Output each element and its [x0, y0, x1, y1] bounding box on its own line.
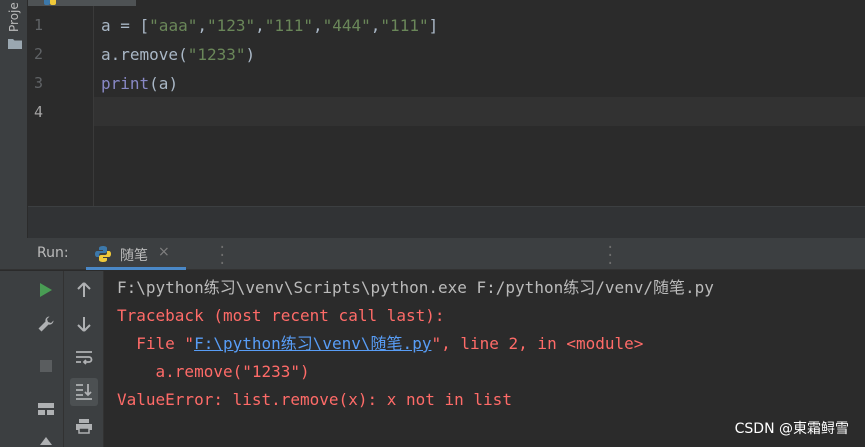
run-toolbar-secondary [64, 271, 104, 447]
folder-icon[interactable] [8, 38, 22, 49]
soft-wrap-icon [76, 351, 93, 365]
run-tab-name: 随笔 [120, 248, 148, 264]
string-literal: "444" [322, 16, 371, 35]
builtin-print: print [101, 74, 150, 93]
console-traceback-header: Traceback (most recent call last): [117, 306, 445, 325]
console-traceback-code: a.remove("1233") [117, 362, 310, 381]
run-panel-body: F:\python练习\venv\Scripts\python.exe F:/p… [0, 271, 865, 447]
print-icon [76, 419, 92, 434]
string-literal: "123" [206, 16, 256, 35]
string-literal: "aaa" [149, 16, 198, 35]
run-tool-header: Run: 随笔 × · · · · · · [0, 238, 865, 271]
scroll-to-end-button[interactable] [70, 378, 98, 406]
pin-button[interactable] [34, 431, 58, 447]
string-literal: "1233" [187, 45, 246, 64]
stop-button[interactable] [34, 354, 58, 378]
string-literal: "111" [380, 16, 429, 35]
console-traceback-file: File "F:\python练习\venv\随笔.py", line 2, i… [117, 330, 643, 358]
wrench-icon [38, 316, 54, 332]
arrow-down-icon [77, 317, 91, 332]
run-config-tab[interactable]: 随笔 × [86, 238, 186, 270]
scroll-down-button[interactable] [72, 312, 96, 336]
editor-bottom-area [28, 206, 865, 238]
run-icon [40, 283, 52, 297]
rerun-button[interactable] [34, 278, 58, 302]
code-line-2: a.remove("1233") [101, 45, 256, 64]
console-command-line: F:\python练习\venv\Scripts\python.exe F:/p… [117, 278, 714, 297]
drag-handle-icon[interactable]: · · · [218, 241, 226, 271]
scroll-up-button[interactable] [72, 278, 96, 302]
current-line-highlight [94, 97, 865, 126]
line-number: 2 [34, 45, 44, 63]
left-strip [0, 271, 28, 447]
soft-wrap-button[interactable] [72, 346, 96, 370]
string-literal: "111" [264, 16, 313, 35]
run-toolbar-primary [28, 271, 64, 447]
code-line-1: a = ["aaa","123","111","444","111"] [101, 16, 439, 35]
line-number: 4 [34, 103, 44, 121]
python-icon [95, 246, 111, 262]
layout-icon [38, 403, 54, 415]
project-tool-strip: Proje [0, 0, 28, 238]
arrow-up-icon [77, 282, 91, 297]
watermark: CSDN @東霜鲟雪 [734, 421, 849, 437]
file-prefix: File " [117, 334, 195, 353]
run-label: Run: [37, 245, 69, 261]
layout-button[interactable] [34, 397, 58, 421]
code-text: a = [ [101, 16, 150, 35]
line-number-gutter: 1 2 3 4 [28, 6, 94, 206]
file-suffix: ", line 2, in <module> [431, 334, 644, 353]
file-link[interactable]: F:\python练习\venv\随笔.py [194, 334, 431, 353]
drag-handle-icon[interactable]: · · · [606, 241, 614, 271]
edit-config-button[interactable] [34, 312, 58, 336]
stop-icon [40, 360, 52, 372]
line-number: 3 [34, 74, 44, 92]
code-line-3: print(a) [101, 74, 179, 93]
project-tab-label[interactable]: Proje [7, 2, 21, 32]
close-tab-icon[interactable]: × [158, 244, 170, 260]
python-file-icon [44, 0, 56, 5]
print-button[interactable] [72, 414, 96, 438]
line-number: 1 [34, 16, 44, 34]
scroll-to-end-icon [76, 384, 92, 400]
pin-icon [40, 437, 52, 445]
code-editor[interactable]: 1 2 3 4 a = ["aaa","123","111","444","11… [28, 6, 865, 206]
console-error-message: ValueError: list.remove(x): x not in lis… [117, 390, 512, 409]
